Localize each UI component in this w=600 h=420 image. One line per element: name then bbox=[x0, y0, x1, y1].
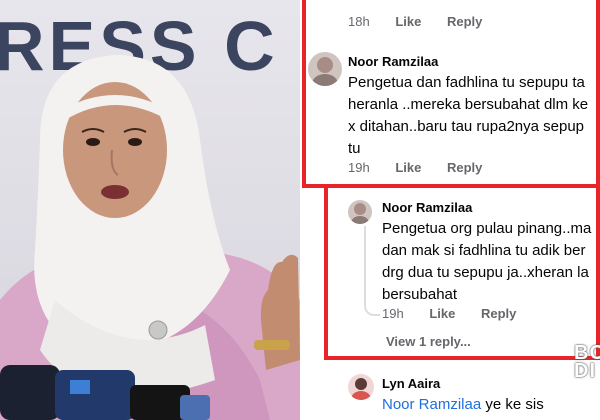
thread-connector bbox=[364, 226, 380, 316]
comment-text-line: drg dua tu sepupu ja..xheran la bbox=[382, 264, 589, 281]
user-mention-link[interactable]: Noor Ramzilaa bbox=[382, 396, 481, 413]
comment-text-line: dan mak si fadhlina tu adik ber bbox=[382, 242, 586, 259]
reply-button[interactable]: Reply bbox=[447, 160, 482, 175]
comment-time: 19h bbox=[348, 160, 370, 175]
comment-time: 18h bbox=[348, 14, 370, 29]
watermark-line: DI bbox=[574, 360, 596, 382]
like-button[interactable]: Like bbox=[395, 14, 421, 29]
comment-author[interactable]: Noor Ramzilaa bbox=[382, 200, 472, 215]
avatar-image bbox=[351, 378, 371, 400]
avatar[interactable] bbox=[348, 200, 372, 224]
comment-text-content: ye ke sis bbox=[485, 396, 544, 413]
watermark-logo: BO DI bbox=[574, 343, 600, 382]
comment-text: Noor Ramzilaa ye ke sis bbox=[382, 394, 544, 415]
comment-author[interactable]: Noor Ramzilaa bbox=[348, 54, 438, 69]
press-conference-photo: RESS C bbox=[0, 0, 300, 420]
avatar-image bbox=[312, 57, 338, 86]
comment-time: 19h bbox=[382, 306, 404, 321]
view-replies-link[interactable]: View 1 reply... bbox=[386, 334, 471, 349]
comment-thread-screenshot: 18h Like Reply Noor Ramzilaa Pengetua da… bbox=[302, 0, 600, 420]
avatar[interactable] bbox=[308, 52, 342, 86]
comment-meta: 19h Like Reply bbox=[348, 160, 504, 175]
comment-meta: 19h Like Reply bbox=[382, 306, 538, 321]
reply-button[interactable]: Reply bbox=[447, 14, 482, 29]
avatar-image bbox=[351, 203, 369, 224]
reply-button[interactable]: Reply bbox=[481, 306, 516, 321]
like-button[interactable]: Like bbox=[395, 160, 421, 175]
speaker-illustration bbox=[0, 55, 300, 420]
comment-text-line: Pengetua dan fadhlina tu sepupu ta bbox=[348, 74, 585, 91]
like-button[interactable]: Like bbox=[429, 306, 455, 321]
comment-text-line: tu bbox=[348, 140, 361, 157]
comment-text-line: Pengetua org pulau pinang..ma bbox=[382, 220, 592, 237]
comment-text-line: x ditahan..baru tau rupa2nya sepup bbox=[348, 118, 585, 135]
comment-meta: 18h Like Reply bbox=[348, 14, 504, 29]
comment-text-line: heranla ..mereka bersubahat dlm ke bbox=[348, 96, 589, 113]
comment-text-line: bersubahat bbox=[382, 286, 458, 303]
comment-author[interactable]: Lyn Aaira bbox=[382, 376, 440, 391]
avatar[interactable] bbox=[348, 374, 374, 400]
